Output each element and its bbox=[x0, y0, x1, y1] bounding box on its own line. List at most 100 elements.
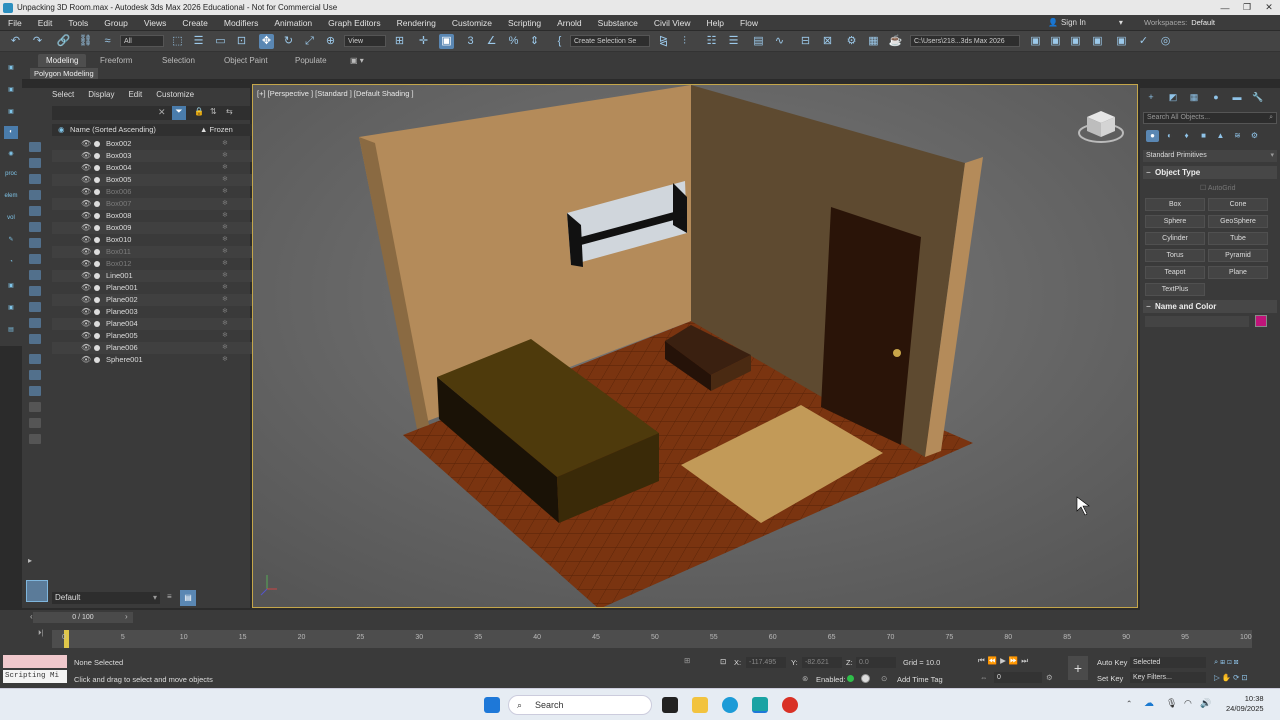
hierarchy-icon[interactable]: ⇆ bbox=[226, 107, 233, 116]
curve-editor-icon[interactable]: ∿ bbox=[772, 34, 787, 49]
spinner-snap-icon[interactable]: ⇕ bbox=[527, 34, 542, 49]
key-filters-button[interactable]: Key Filters... bbox=[1130, 672, 1206, 683]
clear-filter-icon[interactable]: ✕ bbox=[158, 107, 166, 118]
wifi-icon[interactable]: ◠ bbox=[1184, 698, 1192, 709]
visibility-eye-icon[interactable]: 👁 bbox=[81, 354, 91, 366]
new-project-icon[interactable]: ▣ bbox=[1068, 34, 1083, 49]
create-torus-button[interactable]: Torus bbox=[1145, 249, 1205, 262]
cameras-icon[interactable]: ■ bbox=[1197, 130, 1210, 142]
ribbon-toggle-icon[interactable]: ▤ bbox=[751, 34, 766, 49]
object-type-rollout[interactable]: Object Type bbox=[1143, 166, 1277, 179]
set-key-button[interactable]: Set Key bbox=[1097, 674, 1123, 683]
sx-menu-display[interactable]: Display bbox=[88, 90, 114, 99]
scene-object-row[interactable]: 👁 Plane001 ❄ bbox=[52, 282, 270, 294]
file-explorer-icon[interactable] bbox=[692, 697, 708, 713]
layer-explorer-icon[interactable]: ☰ bbox=[726, 34, 741, 49]
menu-customize[interactable]: Customize bbox=[444, 18, 500, 28]
unlink-icon[interactable]: ⛓ bbox=[78, 34, 93, 49]
layers-icon[interactable]: ▤ bbox=[4, 324, 18, 337]
create-plane-button[interactable]: Plane bbox=[1208, 266, 1268, 279]
frozen-toggle-icon[interactable]: ❄ bbox=[222, 318, 228, 330]
layer-manager-icon[interactable]: ≡ bbox=[167, 592, 172, 601]
primitive-type-dropdown[interactable]: Standard Primitives ▾ bbox=[1143, 150, 1277, 162]
help-search-icon[interactable]: ◎ bbox=[1158, 34, 1173, 49]
visibility-eye-icon[interactable]: 👁 bbox=[81, 246, 91, 258]
visibility-eye-icon[interactable]: 👁 bbox=[81, 294, 91, 306]
angle-snap-icon[interactable]: ∠ bbox=[484, 34, 499, 49]
render-toggle-icon[interactable] bbox=[94, 165, 100, 171]
create-tube-button[interactable]: Tube bbox=[1208, 232, 1268, 245]
schematic-view-icon[interactable]: ⊟ bbox=[798, 34, 813, 49]
minimize-button[interactable]: — bbox=[1214, 3, 1236, 13]
y-coordinate-field[interactable]: -82.621 bbox=[802, 657, 842, 668]
key-mode-dropdown[interactable]: Selected bbox=[1130, 657, 1206, 668]
create-cone-button[interactable]: Cone bbox=[1208, 198, 1268, 211]
scene-object-row[interactable]: 👁 Plane004 ❄ bbox=[52, 318, 270, 330]
frozen-toggle-icon[interactable]: ❄ bbox=[222, 330, 228, 342]
bind-space-warp-icon[interactable]: ≈ bbox=[100, 34, 115, 49]
visibility-eye-icon[interactable]: 👁 bbox=[81, 282, 91, 294]
frozen-toggle-icon[interactable]: ❄ bbox=[222, 162, 228, 174]
render-toggle-icon[interactable] bbox=[94, 345, 100, 351]
display-bones-icon[interactable] bbox=[29, 270, 41, 280]
visibility-eye-icon[interactable]: 👁 bbox=[81, 186, 91, 198]
select-by-name-icon[interactable]: ☰ bbox=[191, 34, 206, 49]
maxscript-listener-mini[interactable] bbox=[3, 655, 67, 668]
filter-icon[interactable]: ⏷ bbox=[172, 106, 186, 120]
display-helpers-icon[interactable] bbox=[29, 206, 41, 216]
ribbon-subtab-polygon-modeling[interactable]: Polygon Modeling bbox=[30, 68, 98, 79]
taskbar-clock[interactable]: 10:38 24/09/2025 bbox=[1226, 694, 1264, 714]
display-hidden-icon[interactable] bbox=[29, 318, 41, 328]
expand-arrow-icon[interactable]: ▸ bbox=[28, 556, 32, 565]
menu-views[interactable]: Views bbox=[136, 18, 175, 28]
create-cylinder-button[interactable]: Cylinder bbox=[1145, 232, 1205, 245]
frozen-toggle-icon[interactable]: ❄ bbox=[222, 174, 228, 186]
link-icon[interactable]: 🔗 bbox=[56, 34, 71, 49]
mirror-icon[interactable]: ⧎ bbox=[656, 34, 671, 49]
frozen-toggle-icon[interactable]: ❄ bbox=[222, 294, 228, 306]
sx-menu-edit[interactable]: Edit bbox=[128, 90, 142, 99]
auto-key-button[interactable]: Auto Key bbox=[1097, 658, 1127, 667]
checkmark-icon[interactable]: ✓ bbox=[1136, 34, 1151, 49]
select-object-icon[interactable]: ⬚ bbox=[170, 34, 185, 49]
render-toggle-icon[interactable] bbox=[94, 189, 100, 195]
render-toggle-icon[interactable] bbox=[94, 201, 100, 207]
search-all-objects-input[interactable]: Search All Objects... ⌕ bbox=[1143, 112, 1277, 124]
visibility-eye-icon[interactable]: 👁 bbox=[81, 150, 91, 162]
time-slider[interactable]: 0 / 100 bbox=[33, 612, 133, 623]
create-box-button[interactable]: Box bbox=[1145, 198, 1205, 211]
scene-object-row[interactable]: 👁 Plane006 ❄ bbox=[52, 342, 270, 354]
reference-coordinate-dropdown[interactable]: View bbox=[344, 35, 386, 47]
ribbon-tab-selection[interactable]: Selection bbox=[154, 54, 203, 67]
visibility-eye-icon[interactable]: 👁 bbox=[81, 318, 91, 330]
scene-object-row[interactable]: 👁 Box007 ❄ bbox=[52, 198, 270, 210]
scene-object-row[interactable]: 👁 Box004 ❄ bbox=[52, 162, 270, 174]
edit-named-selection-icon[interactable]: { bbox=[552, 34, 567, 49]
display-containers-icon[interactable] bbox=[29, 286, 41, 296]
elem-icon[interactable]: elem bbox=[4, 190, 18, 203]
hierarchy-panel-icon[interactable]: ▦ bbox=[1187, 91, 1201, 103]
shapes-icon[interactable]: ◐ bbox=[1163, 130, 1176, 142]
select-and-rotate-icon[interactable]: ↻ bbox=[281, 34, 296, 49]
name-and-color-rollout[interactable]: Name and Color bbox=[1143, 300, 1277, 313]
window-crossing-icon[interactable]: ⊡ bbox=[234, 34, 249, 49]
pivot-center-icon[interactable]: ⊞ bbox=[392, 34, 407, 49]
frozen-toggle-icon[interactable]: ❄ bbox=[222, 282, 228, 294]
project-path-field[interactable]: C:\Users\218...3ds Max 2026 bbox=[910, 35, 1020, 47]
modify-tab-icon[interactable]: ▣ bbox=[4, 84, 18, 97]
object-name-input[interactable] bbox=[1145, 316, 1249, 327]
frozen-toggle-icon[interactable]: ❄ bbox=[222, 150, 228, 162]
visibility-eye-icon[interactable]: 👁 bbox=[81, 234, 91, 246]
show-hidden-icons[interactable]: ⌃ bbox=[1126, 699, 1132, 708]
sx-menu-select[interactable]: Select bbox=[52, 90, 74, 99]
previous-frame-icon[interactable]: ⏪ bbox=[988, 656, 1000, 665]
asset-tracking-icon[interactable]: ▣ bbox=[1090, 34, 1105, 49]
visibility-eye-icon[interactable]: 👁 bbox=[81, 162, 91, 174]
helpers-icon[interactable]: ▲ bbox=[1214, 130, 1227, 142]
compositor-icon[interactable]: ▣ bbox=[1114, 34, 1129, 49]
lock-icon[interactable]: 🔒 bbox=[194, 107, 204, 116]
autogrid-checkbox[interactable]: ☐ AutoGrid bbox=[1200, 184, 1235, 192]
display-lights-icon[interactable] bbox=[29, 174, 41, 184]
menu-arnold[interactable]: Arnold bbox=[549, 18, 590, 28]
sync-icon[interactable] bbox=[29, 434, 41, 444]
